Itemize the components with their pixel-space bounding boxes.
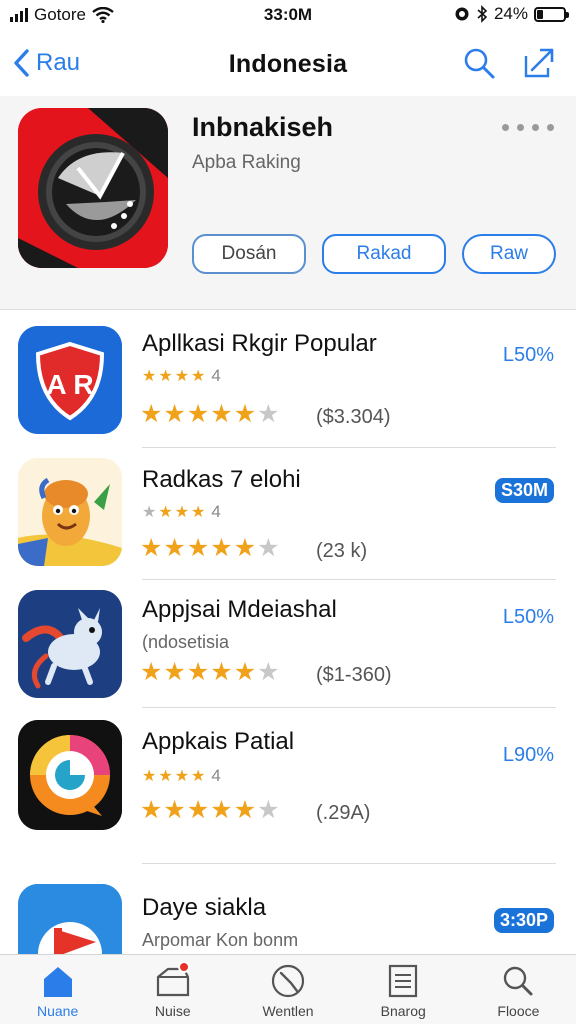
dot [547,124,554,131]
chat-circle-icon [18,720,122,830]
featured-app-card: Inbnakiseh Apba Raking Dosán Rakad Raw [0,96,576,310]
nav-actions [462,46,556,80]
app-name: Appkais Patial [142,728,295,755]
price-button[interactable]: 3:30P [493,908,554,933]
star-rating: ★ ★ ★ ★ ★ ★ [140,796,280,824]
price-button[interactable]: S30M [494,478,554,503]
dot [532,124,539,131]
rating-count: ($3.304) [316,406,391,428]
app-row[interactable]: Radkas 7 elohi ★ ★ ★ ★ 4 ★ ★ ★ ★ ★ ★ (23 k) S30M [0,448,576,580]
tab-label: Flooce [497,1003,540,1019]
notification-badge [177,961,190,973]
speedometer-icon [18,108,168,268]
shield-icon: A R [18,326,122,434]
tab-inbox[interactable]: Nuise [115,955,230,1024]
star-rating: ★ ★ ★ ★ ★ ★ [140,658,280,686]
featured-app-title: Inbnakiseh [192,112,334,142]
small-rating: ★ ★ ★ ★ 4 [142,766,221,785]
share-button[interactable] [522,46,556,80]
price-button[interactable]: L50% [503,606,554,629]
star-rating: ★ ★ ★ ★ ★ ★ [140,400,280,428]
tab-bar: Nuane Nuise Wentlen Bnarog Flooce [0,954,576,1024]
home-icon [39,963,77,999]
small-rating-value: 4 [211,502,221,521]
app-row[interactable]: A R Apllkasi Rkgir Popular ★ ★ ★ ★ 4 ★ ★ ★ ★ ★ ★… [0,312,576,448]
tab-label: Wentlen [262,1003,314,1019]
dot [517,124,524,131]
more-options-button[interactable] [502,124,554,131]
app-name: Radkas 7 elohi [142,466,301,493]
navigation-bar: Rau Indonesia [0,36,576,92]
app-name: Appjsai Mdeiashal [142,596,337,623]
app-name: Apllkasi Rkgir Popular [142,330,377,357]
featured-app-icon[interactable] [18,108,168,268]
svg-text:A R: A R [46,369,93,400]
download-button[interactable]: Dosán [192,234,306,274]
dragon-icon [18,590,122,698]
small-rating: ★ ★ ★ ★ 4 [142,502,221,521]
tab-search[interactable]: Flooce [461,955,576,1024]
app-row[interactable]: Daye siakla Arpomar Kon bonm 3:30P [0,864,576,992]
featured-app-subtitle: Apba Raking [192,152,301,173]
search-icon [464,48,495,79]
compass-icon [269,963,307,999]
rated-button[interactable]: Rakad [322,234,446,274]
app-row[interactable]: Appkais Patial ★ ★ ★ ★ 4 ★ ★ ★ ★ ★ ★ (.29A) L90% [0,708,576,864]
dot [502,124,509,131]
small-rating-value: 4 [211,766,221,785]
tab-label: Nuane [36,1003,79,1019]
battery-percent: 24% [493,4,528,23]
tab-label: Nuise [154,1003,191,1019]
search-button[interactable] [462,46,496,80]
rating-count: (.29A) [316,802,371,824]
app-subtitle: (ndosetisia [142,632,230,652]
rating-count: ($1-360) [316,664,392,686]
mascot-icon [18,458,122,566]
tab-label: Bnarog [380,1003,426,1019]
tab-home[interactable]: Nuane [0,955,115,1024]
small-rating-value: 4 [211,366,221,385]
price-button[interactable]: L90% [503,744,554,767]
price-button[interactable]: L50% [503,344,554,367]
app-row[interactable]: Appjsai Mdeiashal (ndosetisia ★ ★ ★ ★ ★ ★ ($1… [0,580,576,708]
tab-explore[interactable]: Wentlen [230,955,345,1024]
status-bar: Gotore 33:0M 24% [0,0,576,30]
alarm-icon [455,7,469,21]
app-subtitle: Arpomar Kon bonm [142,930,299,950]
status-right: 24% [454,4,569,24]
inbox-icon [154,961,192,999]
search-icon [499,963,537,999]
bluetooth-icon [477,5,488,23]
app-name: Daye siakla [142,894,267,921]
app-store-screen: Gotore 33:0M 24% Rau Indonesia Inbnakise… [0,0,576,1024]
star-rating: ★ ★ ★ ★ ★ ★ [140,534,280,562]
review-button[interactable]: Raw [462,234,556,274]
list-icon [384,963,422,999]
tab-list[interactable]: Bnarog [346,955,461,1024]
battery-fill [537,9,543,19]
battery-icon [534,6,569,22]
small-rating: ★ ★ ★ ★ 4 [142,366,221,385]
rating-count: (23 k) [316,540,368,562]
share-icon [524,48,554,78]
